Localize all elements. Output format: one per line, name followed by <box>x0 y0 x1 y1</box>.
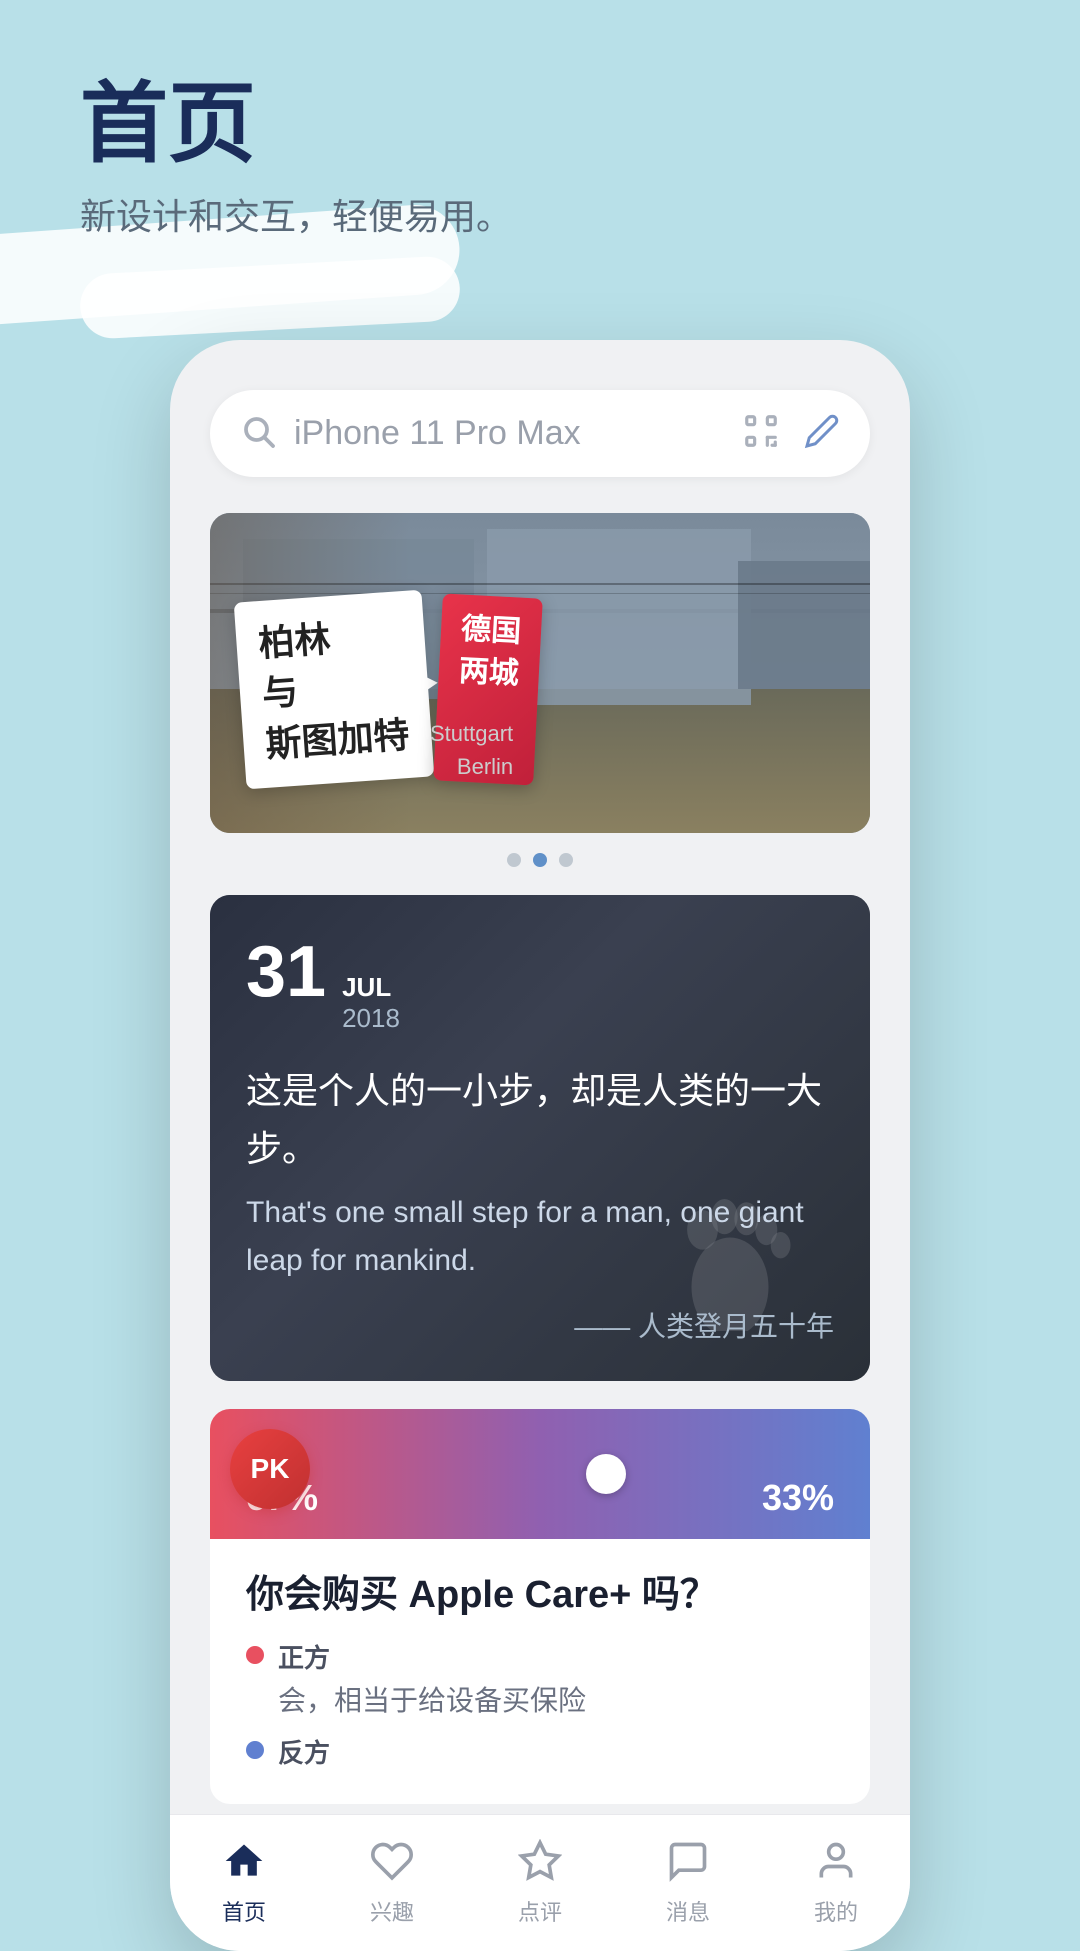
pk-side-pro: 正方 会，相当于给设备买保险 <box>210 1638 870 1719</box>
pk-side-con-content: 反方 <box>278 1733 330 1770</box>
tab-interest-label: 兴趣 <box>370 1895 414 1927</box>
star-icon <box>514 1835 566 1887</box>
tab-home-label: 首页 <box>222 1895 266 1927</box>
user-icon <box>810 1835 862 1887</box>
pk-bar-section: PK 67% 33% <box>210 1409 870 1539</box>
tab-profile-label: 我的 <box>814 1895 858 1927</box>
pk-badge: PK <box>230 1429 310 1509</box>
tab-review[interactable]: 点评 <box>466 1835 614 1927</box>
edit-icon[interactable] <box>804 413 840 454</box>
search-placeholder: iPhone 11 Pro Max <box>294 414 742 453</box>
heart-icon <box>366 1835 418 1887</box>
carousel-dots <box>210 853 870 867</box>
message-icon <box>662 1835 714 1887</box>
pk-slider-dot <box>586 1454 626 1494</box>
pk-bar-wrapper: PK 67% 33% <box>210 1409 870 1539</box>
tab-home[interactable]: 首页 <box>170 1835 318 1927</box>
quote-source: —— 人类登月五十年 <box>210 1285 870 1381</box>
banner-image: 柏林 与 斯图加特 德国 两城 Stuttgart Berlin <box>210 513 870 833</box>
pk-side-pro-content: 正方 会，相当于给设备买保险 <box>278 1638 586 1719</box>
tab-message-label: 消息 <box>666 1895 710 1927</box>
tab-bar: 首页 兴趣 点评 <box>170 1814 910 1951</box>
pk-dot-red <box>246 1646 264 1664</box>
tab-review-label: 点评 <box>518 1895 562 1927</box>
scan-icon[interactable] <box>742 412 780 455</box>
banner-subtitle: Stuttgart Berlin <box>430 717 513 783</box>
pk-card[interactable]: PK 67% 33% 你会购买 Apple Care+ 吗？ 正方 会，相当于给… <box>210 1409 870 1804</box>
dot-2 <box>533 853 547 867</box>
white-card: 柏林 与 斯图加特 <box>234 589 435 789</box>
phone-content: iPhone 11 Pro Max <box>170 340 910 1804</box>
pk-question: 你会购买 Apple Care+ 吗？ <box>210 1563 870 1618</box>
quote-date: 31 JUL 2018 <box>210 895 870 1034</box>
page-header: 首页 新设计和交互，轻便易用。 <box>80 80 512 240</box>
tab-interest[interactable]: 兴趣 <box>318 1835 466 1927</box>
home-icon <box>218 1835 270 1887</box>
page-subtitle: 新设计和交互，轻便易用。 <box>80 188 512 240</box>
banner-carousel[interactable]: 柏林 与 斯图加特 德国 两城 Stuttgart Berlin <box>210 513 870 833</box>
quote-text-cn: 这是个人的一小步，却是人类的一大步。 <box>210 1034 870 1177</box>
quote-month-year: JUL 2018 <box>342 972 400 1034</box>
pk-side-con: 反方 <box>210 1733 870 1770</box>
search-bar[interactable]: iPhone 11 Pro Max <box>210 390 870 477</box>
pk-dot-blue <box>246 1741 264 1759</box>
search-icon <box>240 413 276 454</box>
quote-card[interactable]: 31 JUL 2018 这是个人的一小步，却是人类的一大步。 That's on… <box>210 895 870 1381</box>
tab-profile[interactable]: 我的 <box>762 1835 910 1927</box>
quote-text-en: That's one small step for a man, one gia… <box>210 1177 870 1285</box>
pk-gradient-bar: PK 67% 33% <box>210 1409 870 1539</box>
dot-1 <box>507 853 521 867</box>
pk-percent-right: 33% <box>762 1477 834 1519</box>
phone-mockup: iPhone 11 Pro Max <box>170 340 910 1951</box>
tab-message[interactable]: 消息 <box>614 1835 762 1927</box>
dot-3 <box>559 853 573 867</box>
page-title: 首页 <box>80 80 512 168</box>
